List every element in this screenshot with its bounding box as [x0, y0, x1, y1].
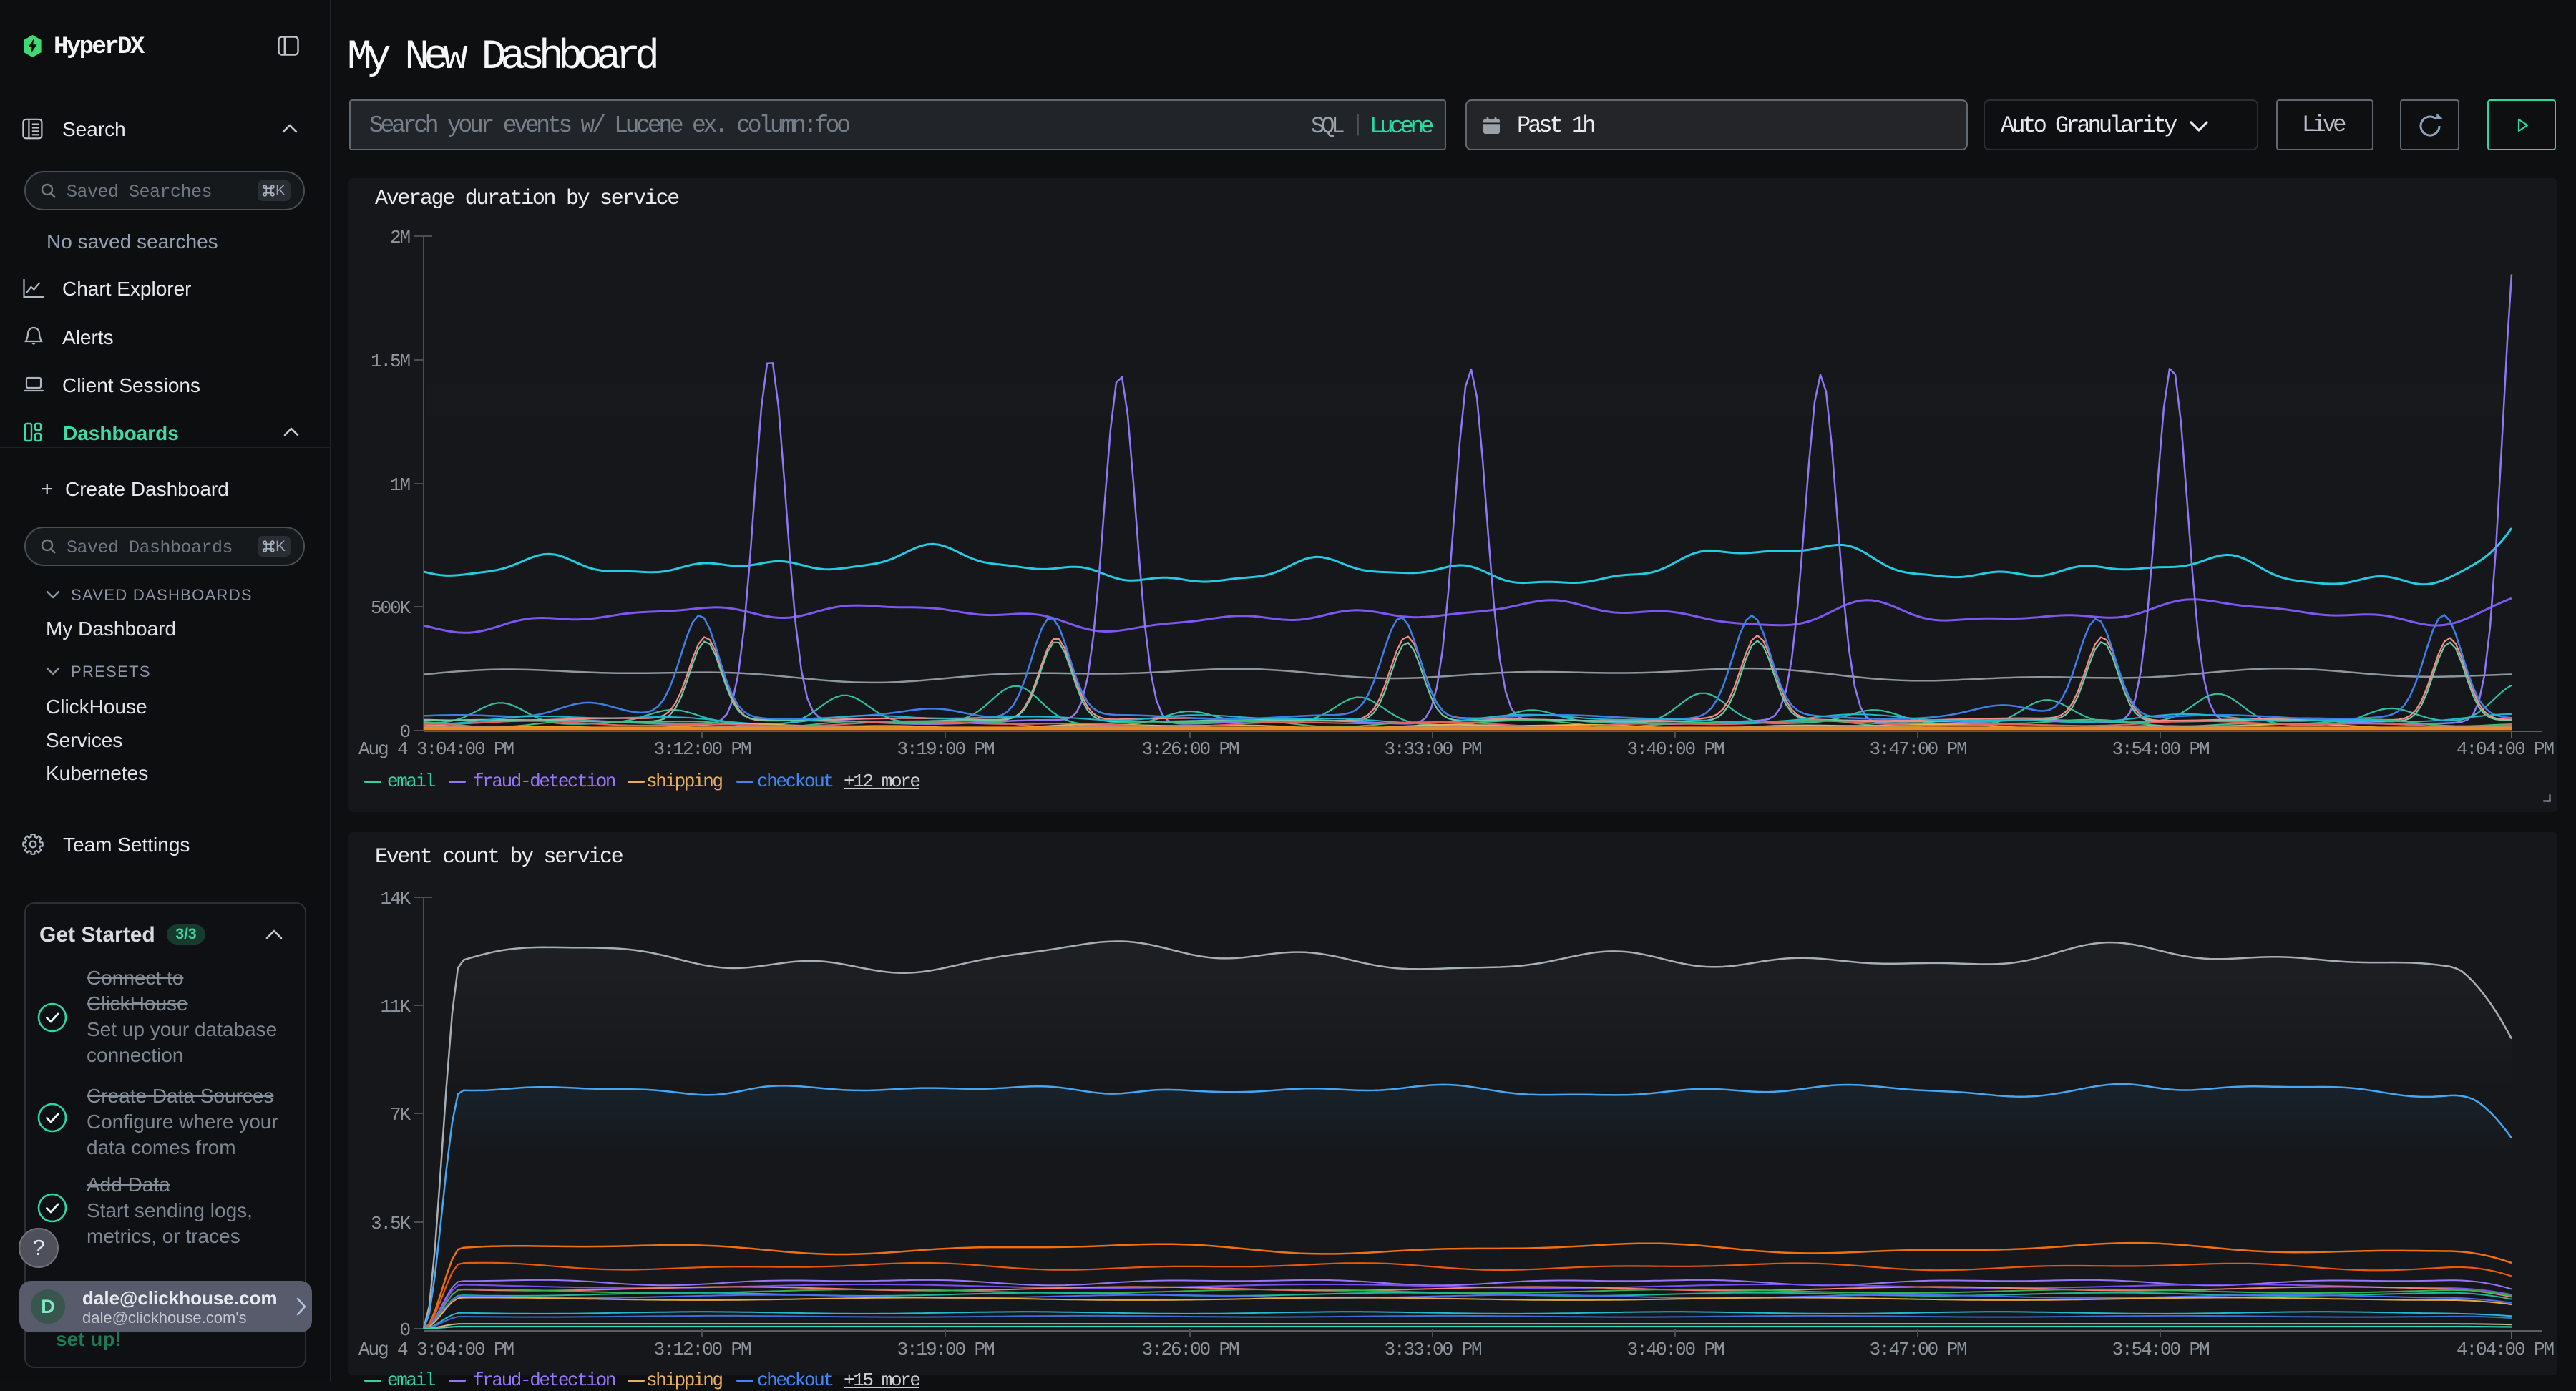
svg-text:2M: 2M — [390, 227, 410, 248]
svg-text:3:47:00 PM: 3:47:00 PM — [1869, 738, 1966, 760]
svg-text:3:40:00 PM: 3:40:00 PM — [1626, 1339, 1724, 1360]
svg-text:3:19:00 PM: 3:19:00 PM — [897, 738, 994, 760]
svg-text:1.5M: 1.5M — [371, 351, 410, 372]
svg-text:3:40:00 PM: 3:40:00 PM — [1626, 738, 1724, 760]
svg-text:3:12:00 PM: 3:12:00 PM — [653, 1339, 751, 1360]
svg-text:3:26:00 PM: 3:26:00 PM — [1141, 738, 1239, 760]
svg-text:0: 0 — [399, 1319, 409, 1341]
svg-text:14K: 14K — [380, 888, 411, 909]
svg-text:11K: 11K — [380, 996, 411, 1017]
svg-text:3:19:00 PM: 3:19:00 PM — [897, 1339, 994, 1360]
svg-text:3:47:00 PM: 3:47:00 PM — [1869, 1339, 1966, 1360]
svg-text:3:26:00 PM: 3:26:00 PM — [1141, 1339, 1239, 1360]
svg-text:500K: 500K — [371, 597, 411, 619]
svg-text:3:33:00 PM: 3:33:00 PM — [1384, 1339, 1481, 1360]
svg-text:3:33:00 PM: 3:33:00 PM — [1384, 738, 1481, 760]
svg-text:7K: 7K — [390, 1104, 411, 1126]
svg-text:Aug 4 3:04:00 PM: Aug 4 3:04:00 PM — [358, 1339, 514, 1360]
svg-text:1M: 1M — [390, 474, 410, 496]
svg-text:3:54:00 PM: 3:54:00 PM — [2112, 738, 2209, 760]
svg-text:3.5K: 3.5K — [371, 1213, 411, 1234]
svg-text:4:04:00 PM: 4:04:00 PM — [2457, 1339, 2554, 1360]
svg-text:3:54:00 PM: 3:54:00 PM — [2112, 1339, 2209, 1360]
svg-text:3:12:00 PM: 3:12:00 PM — [653, 738, 751, 760]
svg-text:Aug 4 3:04:00 PM: Aug 4 3:04:00 PM — [358, 738, 514, 760]
svg-text:4:04:00 PM: 4:04:00 PM — [2457, 738, 2554, 760]
